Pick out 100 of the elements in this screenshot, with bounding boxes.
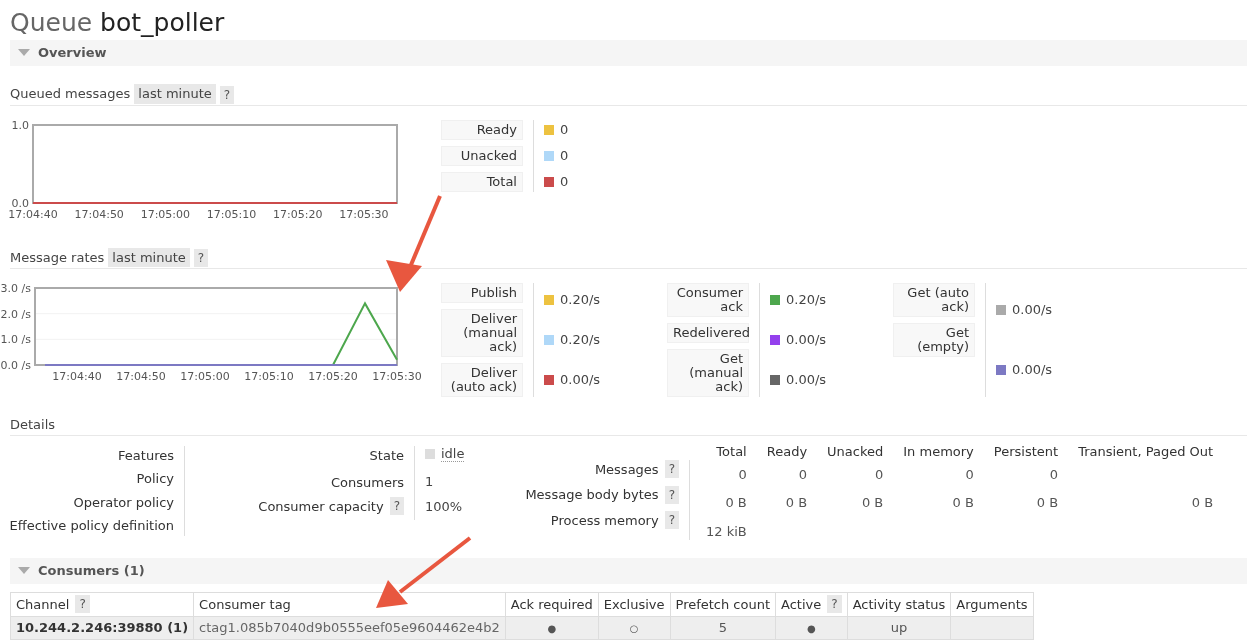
column-title: Consumer tag: [199, 595, 291, 614]
help-button[interactable]: ?: [664, 511, 679, 530]
x-tick-label: 17:05:20: [273, 207, 323, 220]
x-tick-label: 17:05:20: [308, 370, 358, 383]
legend-value: 0.20/s: [560, 331, 601, 350]
detail-label: Consumers: [330, 474, 404, 492]
help-button[interactable]: ?: [193, 249, 209, 267]
legend-label: Get (empty): [893, 323, 975, 357]
legend-value: 0: [560, 172, 569, 191]
detail-label: Messages: [594, 460, 659, 479]
detail-label: Operator policy: [73, 493, 174, 512]
section-title: Consumers (1): [38, 561, 145, 580]
state-value: idle: [441, 445, 465, 462]
help-button[interactable]: ?: [219, 85, 235, 104]
table-cell: 0 B: [1191, 495, 1214, 511]
section-subtitle: Details: [10, 417, 56, 432]
page-title: Queue bot_poller: [10, 8, 225, 37]
detail-label: Consumer capacity: [258, 497, 384, 516]
help-button[interactable]: ?: [827, 595, 842, 614]
section-title: Overview: [38, 44, 107, 63]
range-selector[interactable]: last minute: [134, 84, 216, 104]
x-tick-label: 17:05:30: [339, 207, 389, 220]
legend-value: 0.20/s: [786, 291, 827, 310]
legend-label: Deliver (auto ack): [441, 363, 523, 397]
table-cell: 0 B: [785, 495, 808, 511]
help-button[interactable]: ?: [75, 595, 90, 614]
table-cell: 10.244.2.246:39880 (1): [16, 620, 189, 635]
detail-label: Policy: [136, 470, 174, 488]
table-cell: ●: [807, 623, 816, 634]
legend-label: Get (auto ack): [893, 283, 975, 317]
y-tick-label: 1.0 /s: [0, 333, 31, 347]
detail-label: Message body bytes: [525, 486, 659, 504]
detail-value: 1: [425, 472, 435, 491]
legend-value: 0.00/s: [1012, 361, 1053, 380]
legend-value: 0.00/s: [1012, 301, 1053, 320]
section-header[interactable]: Overview: [10, 40, 1247, 66]
legend-label: Deliver (manual ack): [441, 309, 523, 357]
column-title: Activity status: [852, 595, 946, 614]
state-indicator-icon: [425, 448, 435, 459]
column-title: Arguments: [956, 595, 1028, 614]
y-tick-label: 0.0 /s: [0, 359, 31, 372]
legend-value: 0.00/s: [786, 371, 827, 390]
detail-label: State: [369, 446, 404, 465]
collapse-icon: [18, 566, 30, 575]
legend-label: Total: [441, 171, 523, 192]
column-header: Unacked: [826, 442, 885, 461]
column-title: Ack required: [510, 595, 593, 614]
x-tick-label: 17:04:50: [116, 370, 166, 383]
help-button[interactable]: ?: [664, 485, 679, 504]
help-button[interactable]: ?: [389, 497, 404, 516]
legend-label: Redelivered: [667, 323, 749, 343]
range-selector[interactable]: last minute: [108, 247, 190, 267]
help-button[interactable]: ?: [664, 460, 679, 479]
legend-label: Publish: [441, 283, 523, 303]
y-tick-label: 2.0 /s: [0, 307, 31, 321]
legend-value: 0.20/s: [560, 291, 601, 310]
table-cell: 0: [1049, 467, 1059, 483]
table-cell: 0 B: [861, 495, 884, 511]
detail-label: Features: [118, 446, 174, 465]
legend-value: 0.00/s: [786, 331, 827, 350]
column-title: Channel: [16, 595, 70, 614]
x-tick-label: 17:05:10: [244, 370, 294, 383]
legend-label: Ready: [441, 119, 523, 140]
chart-title: Message rates: [10, 248, 105, 267]
x-tick-label: 17:04:40: [52, 370, 102, 383]
column-title: Active: [781, 595, 822, 614]
chart-title: Queued messages: [10, 85, 131, 103]
x-tick-label: 17:05:30: [372, 370, 422, 383]
table-cell: 0: [965, 467, 974, 483]
table-cell: up: [890, 620, 908, 635]
table-cell: ctag1.085b7040d9b0555eef05e9604462e4b2: [199, 620, 500, 635]
y-tick-label: 0.0: [11, 196, 29, 210]
x-tick-label: 17:04:40: [8, 207, 58, 220]
legend-label: Consumer ack: [667, 283, 749, 317]
column-header: Persistent: [992, 442, 1060, 461]
legend-label: Unacked: [441, 145, 523, 166]
table-cell: 0 B: [1036, 495, 1059, 511]
table-cell: 0: [738, 467, 747, 483]
column-header: Total: [715, 442, 748, 461]
section-header[interactable]: Consumers (1): [10, 557, 1247, 584]
legend-value: 0: [560, 146, 569, 165]
x-tick-label: 17:05:10: [206, 207, 257, 220]
y-tick-label: 1.0: [11, 119, 29, 132]
column-header: In memory: [902, 442, 975, 461]
legend-value: 0.00/s: [560, 371, 601, 390]
x-tick-label: 17:05:00: [180, 370, 230, 383]
table-cell: 5: [718, 620, 727, 635]
table-cell: 0 B: [725, 495, 747, 511]
column-title: Exclusive: [603, 595, 665, 614]
x-tick-label: 17:04:50: [74, 207, 124, 220]
table-cell: 0 B: [952, 495, 974, 511]
table-cell: 12 kiB: [706, 523, 747, 539]
table-cell: ●: [547, 623, 557, 634]
column-title: Prefetch count: [675, 595, 771, 614]
x-tick-label: 17:05:00: [140, 207, 191, 220]
collapse-icon: [18, 49, 30, 57]
table-cell: ○: [629, 623, 639, 634]
detail-label: Effective policy definition: [9, 517, 174, 535]
detail-value: 100%: [425, 498, 464, 516]
legend-label: Get (manual ack): [667, 349, 749, 397]
